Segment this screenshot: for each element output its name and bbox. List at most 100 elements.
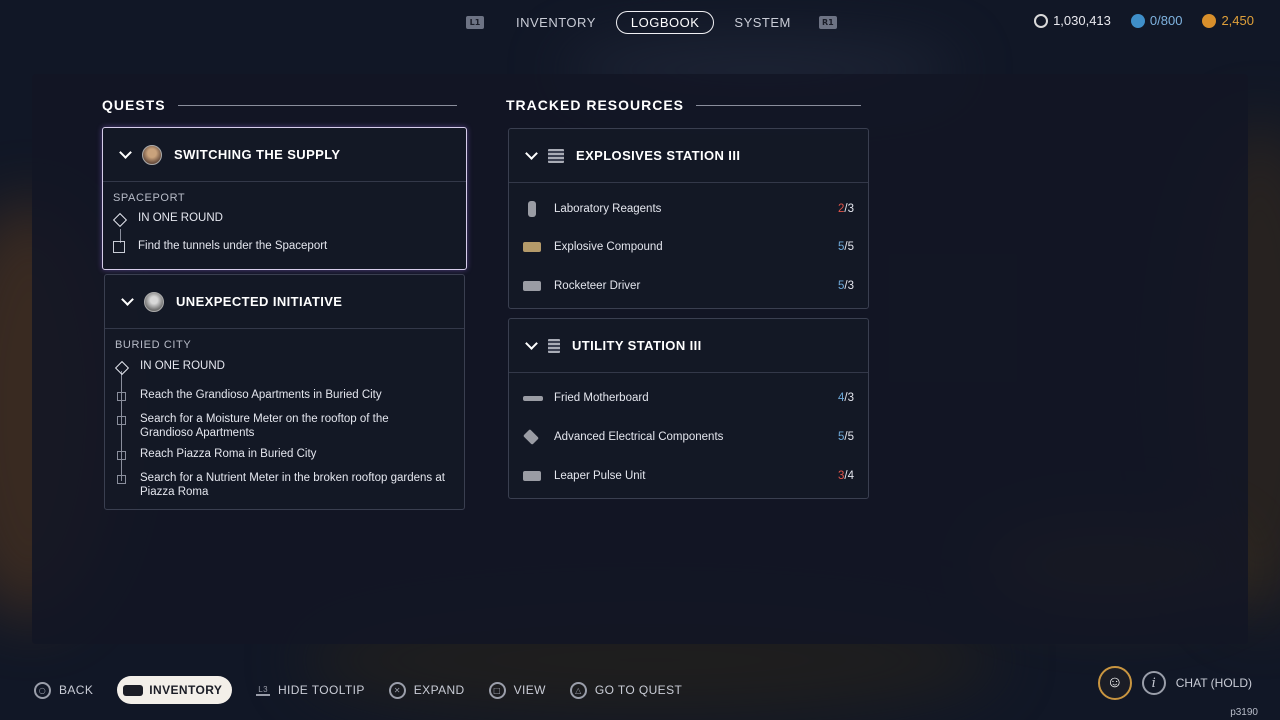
info-icon[interactable]: i xyxy=(1141,671,1166,695)
hide-tooltip-button[interactable]: L3 HIDE TOOLTIP xyxy=(256,683,365,697)
objective-item: Search for a Moisture Meter on the rooft… xyxy=(105,412,464,440)
expand-label: EXPAND xyxy=(413,683,465,697)
resource-count: 5/3 xyxy=(837,280,854,292)
resource-name: Advanced Electrical Components xyxy=(554,431,724,443)
touchpad-icon xyxy=(123,684,144,696)
l3-button-icon: L3 xyxy=(256,684,270,696)
bottom-action-bar: ○ BACK INVENTORY L3 HIDE TOOLTIP ✕ EXPAN… xyxy=(34,676,706,704)
objective-item: Reach the Grandioso Apartments in Buried… xyxy=(105,388,464,402)
view-button[interactable]: □ VIEW xyxy=(488,681,546,699)
chat-label[interactable]: CHAT (HOLD) xyxy=(1176,676,1252,690)
station-card-utility[interactable]: UTILITY STATION III Fried Motherboard 4/… xyxy=(508,318,869,499)
workbench-icon xyxy=(548,148,564,163)
resource-need: 4 xyxy=(847,470,854,482)
quest-card-header[interactable]: UNEXPECTED INITIATIVE xyxy=(105,275,464,329)
station-card-header[interactable]: EXPLOSIVES STATION III xyxy=(509,129,868,183)
objective-label: Reach the Grandioso Apartments in Buried… xyxy=(140,389,382,401)
resource-name: Explosive Compound xyxy=(554,241,663,253)
tokens-value: 2,450 xyxy=(1221,13,1254,28)
objective-item: Find the tunnels under the Spaceport xyxy=(103,239,466,253)
resource-have: 5 xyxy=(837,431,845,443)
resource-name: Laboratory Reagents xyxy=(554,203,662,215)
quest-card-header[interactable]: SWITCHING THE SUPPLY xyxy=(103,128,466,182)
tab-system[interactable]: SYSTEM xyxy=(720,11,804,34)
checkbox-icon xyxy=(117,475,126,484)
quest-title: UNEXPECTED INITIATIVE xyxy=(176,294,343,309)
currency-bar: 1,030,413 0/800 2,450 xyxy=(1034,13,1254,28)
circle-button-icon: ○ xyxy=(34,681,51,699)
quest-giver-avatar xyxy=(142,144,162,165)
station-title: UTILITY STATION III xyxy=(572,338,702,353)
resource-row[interactable]: Explosive Compound 5/5 xyxy=(509,237,868,257)
objective-item: Reach Piazza Roma in Buried City xyxy=(105,447,464,461)
quest-title: SWITCHING THE SUPPLY xyxy=(174,147,341,162)
resource-need: 5 xyxy=(847,431,854,443)
player-emblem-icon[interactable]: ☺ xyxy=(1097,666,1132,700)
l1-button-icon[interactable]: L1 xyxy=(466,16,484,29)
resource-row[interactable]: Laboratory Reagents 2/3 xyxy=(509,199,868,219)
chevron-down-icon[interactable] xyxy=(119,146,132,159)
resource-count: 4/3 xyxy=(837,392,854,404)
cross-button-icon: ✕ xyxy=(388,681,406,699)
resource-count: 5/5 xyxy=(837,241,854,253)
chevron-down-icon[interactable] xyxy=(525,147,538,160)
resource-have: 5 xyxy=(837,241,845,253)
leaper-pulse-unit-icon xyxy=(523,471,541,481)
chevron-down-icon[interactable] xyxy=(525,337,538,350)
quest-condition: IN ONE ROUND xyxy=(105,359,464,376)
reagent-bottle-icon xyxy=(528,201,536,217)
objective-label: Search for a Nutrient Meter in the broke… xyxy=(140,472,445,498)
quest-giver-avatar xyxy=(144,291,164,312)
station-card-header[interactable]: UTILITY STATION III xyxy=(509,319,868,373)
station-card-explosives[interactable]: EXPLOSIVES STATION III Laboratory Reagen… xyxy=(508,128,869,309)
resource-count: 3/4 xyxy=(837,470,854,482)
square-button-icon: □ xyxy=(488,681,506,699)
resource-count: 2/3 xyxy=(837,203,854,215)
quests-title: QUESTS xyxy=(102,97,166,113)
coins-value: 1,030,413 xyxy=(1053,13,1111,28)
checkbox-icon xyxy=(117,416,126,425)
expand-button[interactable]: ✕ EXPAND xyxy=(388,681,465,699)
resource-need: 3 xyxy=(847,203,854,215)
back-label: BACK xyxy=(59,683,94,697)
diamond-icon xyxy=(112,212,128,228)
objective-label: Reach Piazza Roma in Buried City xyxy=(140,448,317,460)
divider xyxy=(696,104,861,106)
tab-logbook[interactable]: LOGBOOK xyxy=(615,11,715,34)
storage-counter: 0/800 xyxy=(1130,13,1182,28)
objective-label: Search for a Moisture Meter on the rooft… xyxy=(140,413,389,439)
token-icon xyxy=(1202,13,1217,28)
condition-label: IN ONE ROUND xyxy=(138,212,223,224)
chevron-down-icon[interactable] xyxy=(121,293,134,306)
quest-card-unexpected-initiative[interactable]: UNEXPECTED INITIATIVE BURIED CITY IN ONE… xyxy=(104,274,465,510)
tab-inventory[interactable]: INVENTORY xyxy=(502,11,610,34)
resource-need: 3 xyxy=(847,392,854,404)
tokens-counter: 2,450 xyxy=(1202,13,1254,28)
diamond-icon xyxy=(114,360,130,376)
resource-row[interactable]: Rocketeer Driver 5/3 xyxy=(509,276,868,296)
inventory-button[interactable]: INVENTORY xyxy=(117,676,233,704)
resource-have: 2 xyxy=(837,203,845,215)
station-title: EXPLOSIVES STATION III xyxy=(576,148,741,163)
resource-have: 4 xyxy=(837,392,845,404)
resource-row[interactable]: Leaper Pulse Unit 3/4 xyxy=(509,466,868,486)
inventory-label: INVENTORY xyxy=(149,683,223,697)
top-nav: L1 INVENTORY LOGBOOK SYSTEM R1 xyxy=(466,9,837,36)
back-button[interactable]: ○ BACK xyxy=(34,681,94,699)
quest-card-switching-the-supply[interactable]: SWITCHING THE SUPPLY SPACEPORT IN ONE RO… xyxy=(102,127,467,270)
resource-need: 5 xyxy=(847,241,854,253)
quest-location: BURIED CITY xyxy=(115,339,192,351)
electrical-components-icon xyxy=(523,429,539,445)
explosive-compound-icon xyxy=(523,242,541,252)
bottom-right-controls: ☺ i CHAT (HOLD) xyxy=(1097,666,1252,700)
resource-have: 3 xyxy=(837,470,845,482)
checkbox-icon xyxy=(117,392,126,401)
resource-row[interactable]: Advanced Electrical Components 5/5 xyxy=(509,427,868,447)
resource-row[interactable]: Fried Motherboard 4/3 xyxy=(509,388,868,408)
coin-icon xyxy=(1034,13,1049,28)
condition-label: IN ONE ROUND xyxy=(140,360,225,372)
quests-header: QUESTS xyxy=(102,97,457,113)
workbench-icon xyxy=(548,338,560,353)
r1-button-icon[interactable]: R1 xyxy=(818,16,837,29)
go-to-quest-button[interactable]: △ GO TO QUEST xyxy=(569,681,682,699)
